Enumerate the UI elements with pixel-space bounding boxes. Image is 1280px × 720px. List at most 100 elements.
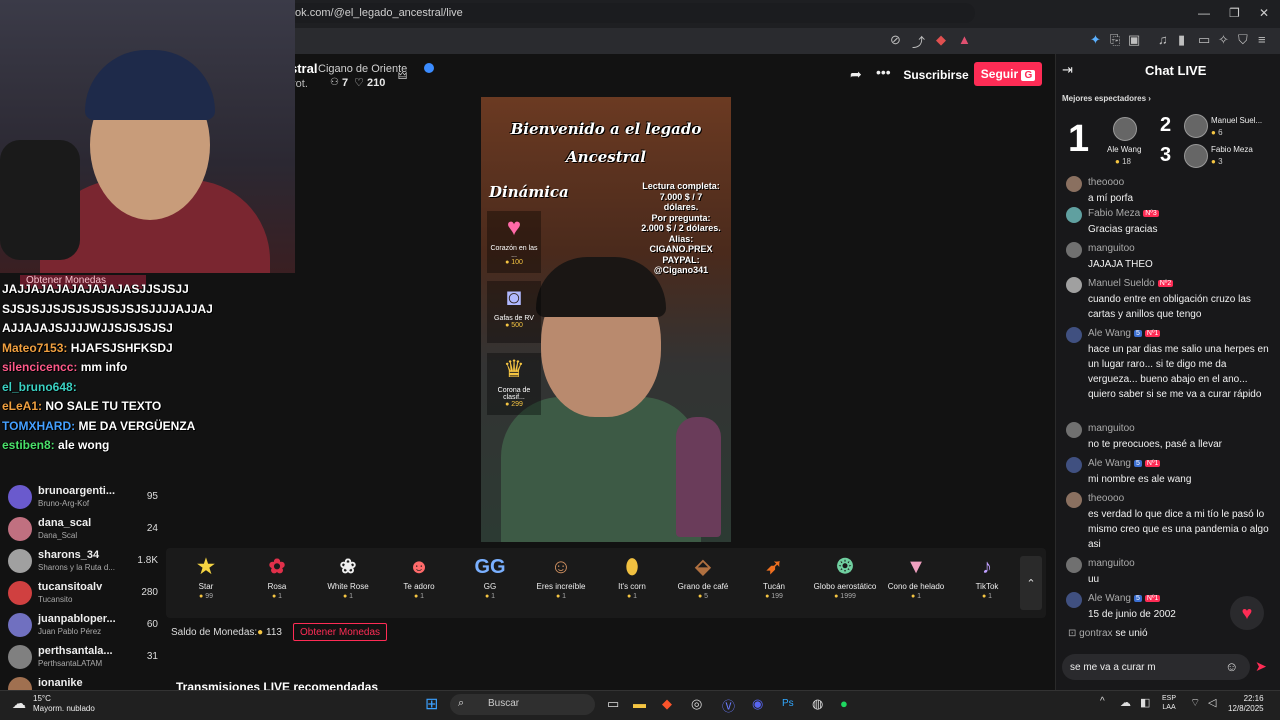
gift-item[interactable]: ⬮ It's corn ● 1 <box>597 552 667 600</box>
gift-price: ● 1 <box>342 593 354 600</box>
avatar[interactable] <box>1066 277 1082 293</box>
get-coins-button[interactable]: Obtener Monedas <box>293 623 388 641</box>
chat-username[interactable]: Manuel Sueldo Nº2 <box>1088 278 1174 289</box>
gift-item[interactable]: ☺ Eres increíble ● 1 <box>526 552 596 600</box>
task-view-icon[interactable]: ▭ <box>607 696 619 712</box>
overlay-chat-text: ME DA VERGÜENZA <box>78 418 196 433</box>
clock[interactable]: 22:16 12/8/2025 <box>1228 694 1264 714</box>
sidebar-item[interactable]: dana_scal Dana_Scal 24 <box>8 515 158 545</box>
close-window-icon[interactable]: ✕ <box>1259 6 1269 20</box>
url-text[interactable]: tok.com/@el_legado_ancestral/live <box>292 7 463 19</box>
chat-username[interactable]: manguitoo <box>1088 423 1135 434</box>
video-info-line: @Cigano341 <box>653 265 709 275</box>
gift-item[interactable]: ♪ TikTok ● 1 <box>952 552 1022 600</box>
emoji-icon[interactable]: ☺ <box>1225 659 1238 674</box>
vpn-icon[interactable]: ⛉ <box>1238 32 1248 48</box>
gift-item[interactable]: ➶ Tucán ● 199 <box>739 552 809 600</box>
extension-icon[interactable]: ✦ <box>1090 32 1101 48</box>
avatar[interactable] <box>1066 242 1082 258</box>
share-page-icon[interactable]: ⤴ <box>912 32 925 51</box>
menu-icon[interactable]: ≡ <box>1258 32 1266 47</box>
discord-icon[interactable]: ◉ <box>752 696 763 712</box>
wifi-icon[interactable]: ⌔ <box>1190 696 1200 710</box>
send-icon[interactable]: ➤ <box>1255 658 1267 675</box>
taskbar-search[interactable]: Buscar <box>450 694 595 715</box>
avatar[interactable] <box>1066 492 1082 508</box>
minimize-icon[interactable]: — <box>1198 6 1210 20</box>
vpn-app-icon[interactable]: Ⓥ <box>722 696 735 715</box>
steam-icon[interactable]: ◎ <box>691 696 702 712</box>
gift-item[interactable]: ✿ Rosa ● 1 <box>242 552 312 600</box>
follow-button[interactable]: Seguir G <box>974 62 1042 86</box>
language-indicator[interactable]: ESP LAA <box>1162 694 1176 712</box>
subscribe-button[interactable]: Suscribirse <box>900 64 972 86</box>
extension-icon[interactable]: ⎘ <box>1110 32 1120 48</box>
rewards-icon[interactable]: ▲ <box>958 32 971 47</box>
chat-username[interactable]: theoooo <box>1088 177 1124 188</box>
photoshop-icon[interactable]: Ps <box>782 698 794 709</box>
media-icon[interactable]: ♫ <box>1158 32 1168 47</box>
avatar[interactable] <box>1066 176 1082 192</box>
video-info-line: dólares. <box>663 202 699 212</box>
heart-icon: ♥ <box>506 214 522 241</box>
chat-username[interactable]: Ale Wang 5 Nº1 <box>1088 593 1161 604</box>
sidebar-item[interactable]: perthsantala... PerthsantaLATAM 31 <box>8 643 158 673</box>
sidebar-item[interactable]: juanpabloper... Juan Pablo Pérez 60 <box>8 611 158 641</box>
chat-username[interactable]: Fabio Meza Nº3 <box>1088 208 1159 219</box>
restore-icon[interactable]: ❐ <box>1229 6 1240 20</box>
chat-username[interactable]: Ale Wang 5 Nº1 <box>1088 458 1161 469</box>
chat-username[interactable]: manguitoo <box>1088 558 1135 569</box>
wallet-icon[interactable]: ▭ <box>1198 32 1210 48</box>
ai-icon[interactable]: ✧ <box>1218 32 1229 48</box>
share-icon[interactable]: ➦ <box>850 66 872 84</box>
windows-start-icon[interactable]: ⊞ <box>425 694 438 714</box>
weather-widget[interactable]: 15°C Mayorm. nublado <box>33 694 95 714</box>
tray-chevron-icon[interactable]: ^ <box>1100 696 1105 707</box>
brave-browser-icon[interactable]: ◆ <box>662 696 672 712</box>
chat-input[interactable] <box>1062 654 1250 680</box>
sidebar-item[interactable]: tucansitoalv Tucansito 280 <box>8 579 158 609</box>
avatar[interactable] <box>1066 207 1082 223</box>
chat-username[interactable]: manguitoo <box>1088 243 1135 254</box>
gift-item[interactable]: ▼ Cono de helado ● 1 <box>881 552 951 600</box>
tray-app-icon[interactable]: ☁ <box>1120 696 1131 709</box>
gift-item[interactable]: ⬙ Grano de café ● 5 <box>668 552 738 600</box>
avatar[interactable] <box>1066 557 1082 573</box>
search-label: Buscar <box>488 698 520 709</box>
magic-wand-icon: 🜲 <box>398 71 408 82</box>
avatar[interactable] <box>1066 592 1082 608</box>
join-user[interactable]: gontrax <box>1079 628 1112 639</box>
sidebar-icon[interactable]: ▮ <box>1178 32 1185 48</box>
overlay-chat-line: JAJJAJAJAJAJAJAJASJJSJSJJ SJSJSJJSJSJSJS… <box>2 280 213 339</box>
tray-app-icon[interactable]: ◧ <box>1140 696 1150 709</box>
avatar[interactable] <box>1066 422 1082 438</box>
gift-item[interactable]: ❂ Globo aerostático ● 1999 <box>810 552 880 600</box>
file-explorer-icon[interactable]: ▬ <box>633 696 646 711</box>
obs-icon[interactable]: ◍ <box>812 696 823 712</box>
gift-item[interactable]: ☻ Te adoro ● 1 <box>384 552 454 600</box>
extension-icon[interactable]: ▣ <box>1128 32 1140 48</box>
gift-item[interactable]: GG GG ● 1 <box>455 552 525 600</box>
volume-icon[interactable]: ◁ <box>1208 696 1216 709</box>
top-viewers-link[interactable]: Mejores espectadores › <box>1062 94 1151 103</box>
chat-username[interactable]: Ale Wang 5 Nº1 <box>1088 328 1161 339</box>
avatar[interactable] <box>1066 327 1082 343</box>
avatar[interactable] <box>1184 144 1208 168</box>
avatar[interactable] <box>1066 457 1082 473</box>
reader-off-icon[interactable]: ⊘ <box>890 32 901 48</box>
brave-shield-icon[interactable]: ◆ <box>936 32 946 48</box>
avatar[interactable] <box>1113 117 1137 141</box>
gift-item[interactable]: ❀ White Rose ● 1 <box>313 552 383 600</box>
chat-username[interactable]: theoooo <box>1088 493 1124 504</box>
sidebar-item[interactable]: sharons_34 Sharons y la Ruta d... 1.8K <box>8 547 158 577</box>
gift-item[interactable]: ★ Star ● 99 <box>171 552 241 600</box>
sidebar-item[interactable]: brunoargenti... Bruno-Arg-Kof 95 <box>8 483 158 513</box>
expand-gifts-chevron-icon[interactable]: ⌃ <box>1020 556 1042 610</box>
avatar[interactable] <box>1184 114 1208 138</box>
like-heart-button[interactable]: ♥ <box>1230 596 1264 630</box>
chevron-right-icon: › <box>1148 94 1151 103</box>
live-video[interactable]: Bienvenido a el legado Ancestral Dinámic… <box>481 97 731 542</box>
collapse-chat-icon[interactable]: ⇥ <box>1062 62 1073 78</box>
more-options-icon[interactable]: ••• <box>876 64 898 84</box>
spotify-icon[interactable]: ● <box>840 696 848 711</box>
